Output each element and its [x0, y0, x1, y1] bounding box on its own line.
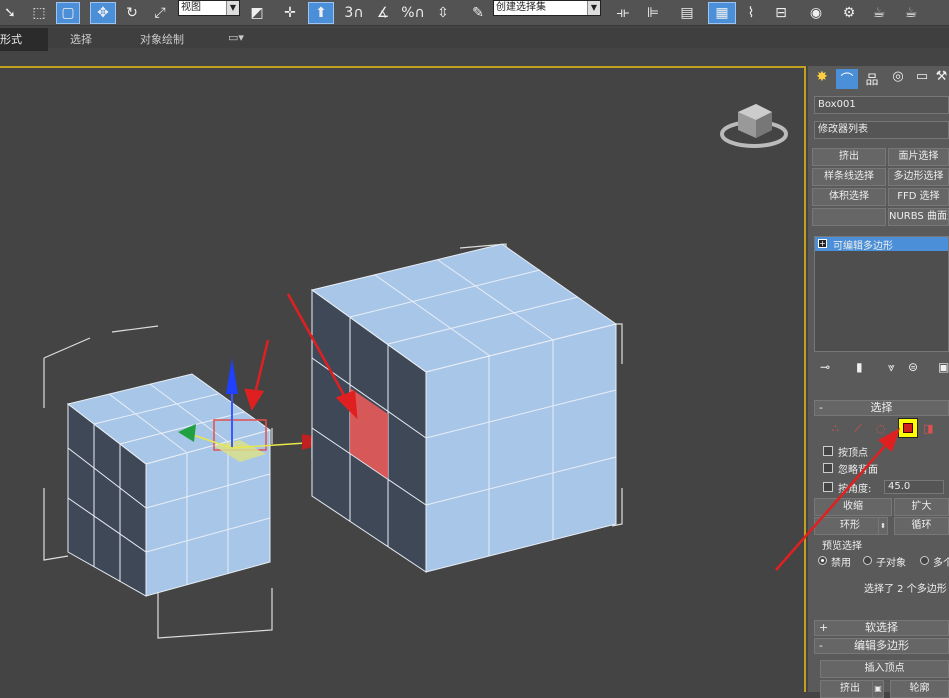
stack-item-label: 可编辑多边形: [833, 241, 893, 252]
soft-selection-title: 软选择: [865, 621, 898, 634]
stack-item-editable-poly[interactable]: + 可编辑多边形: [815, 237, 948, 252]
move-icon[interactable]: ✥: [90, 2, 116, 24]
expand-plus-icon[interactable]: +: [818, 239, 827, 248]
render-production-icon[interactable]: ☕: [898, 2, 924, 24]
pin-stack-icon[interactable]: ⊸: [820, 360, 830, 374]
rect-selection-icon[interactable]: ⬚: [28, 2, 50, 24]
spinner-snap-icon[interactable]: ⇳: [430, 2, 456, 24]
layer-manager-icon[interactable]: ▤: [674, 2, 700, 24]
tab-object-paint[interactable]: 对象绘制: [140, 31, 184, 47]
perspective-viewport[interactable]: [0, 66, 806, 692]
modify-tab-icon[interactable]: ⌒: [836, 69, 858, 89]
annotation-arrow-panel: [775, 428, 900, 571]
render-setup-icon[interactable]: ⚙: [836, 2, 862, 24]
snaps-toggle-icon[interactable]: 3 ∩: [340, 2, 368, 24]
spline-select-button[interactable]: 样条线选择: [812, 168, 886, 186]
rotate-icon[interactable]: ↻: [120, 2, 144, 24]
small-cube[interactable]: [66, 373, 272, 597]
empty-modifier-button[interactable]: [812, 208, 886, 226]
select-manipulate-icon[interactable]: ✛: [278, 2, 302, 24]
tab-freeform[interactable]: 形式: [0, 28, 48, 51]
edit-named-selection-icon[interactable]: ✎: [466, 2, 490, 24]
outline-button[interactable]: 轮廓: [890, 680, 949, 698]
show-end-result-icon[interactable]: ▮: [856, 360, 863, 374]
material-editor-icon[interactable]: ◉: [802, 2, 830, 24]
element-mode-icon[interactable]: ◨: [923, 422, 933, 435]
configure-sets-icon[interactable]: ▣: [938, 360, 949, 374]
poly-select-button[interactable]: 多边形选择: [888, 168, 949, 186]
extrude-modifier-button[interactable]: 挤出: [812, 148, 886, 166]
mirror-icon[interactable]: ⟛: [610, 2, 636, 24]
angle-snap-icon[interactable]: ∡: [370, 2, 396, 24]
ribbon-bar: 形式 选择 对象绘制 ▭▾: [0, 28, 949, 51]
utilities-tab-icon[interactable]: ⚒: [934, 69, 949, 89]
viewport-scene: [43, 104, 788, 639]
insert-vertex-button[interactable]: 插入顶点: [820, 660, 949, 678]
modifier-list-dropdown[interactable]: 修改器列表: [814, 121, 949, 139]
extrude-settings-icon[interactable]: ▣: [872, 680, 884, 698]
percent-snap-icon[interactable]: % ∩: [400, 2, 426, 24]
motion-tab-icon[interactable]: ◎: [888, 69, 908, 89]
volume-select-button[interactable]: 体积选择: [812, 188, 886, 206]
pivot-center-icon[interactable]: ◩: [244, 2, 270, 24]
remove-modifier-icon[interactable]: ⊜: [908, 360, 918, 374]
chevron-down-icon: ▼: [587, 1, 600, 15]
create-tab-icon[interactable]: ✸: [812, 69, 832, 89]
percent-snap-label: %: [401, 5, 415, 21]
named-selection-set-select[interactable]: 创建选择集 ▼: [493, 0, 601, 16]
object-name-field[interactable]: Box001: [814, 96, 949, 114]
ffd-select-button[interactable]: FFD 选择: [888, 188, 949, 206]
hierarchy-tab-icon[interactable]: 品: [862, 69, 882, 89]
collapse-minus-icon: -: [819, 639, 823, 652]
command-panel: ✸ ⌒ 品 ◎ ▭ ⚒ Box001 修改器列表 挤出 面片选择 样条线选择 多…: [808, 66, 949, 698]
named-selection-set-value: 创建选择集: [496, 2, 546, 13]
big-cube[interactable]: [310, 243, 618, 573]
tab-selection[interactable]: 选择: [70, 31, 92, 47]
modifier-stack: + 可编辑多边形: [814, 236, 949, 352]
viewcube[interactable]: [720, 104, 788, 148]
soft-selection-rollout-header[interactable]: + 软选择: [814, 620, 949, 636]
select-object-icon[interactable]: ➘: [0, 2, 20, 24]
edit-polygons-title: 编辑多边形: [854, 639, 909, 652]
preview-multi-label: 多个: [933, 558, 949, 569]
reference-coord-value: 视图: [181, 2, 201, 13]
scale-icon[interactable]: ⤢: [148, 2, 172, 24]
display-tab-icon[interactable]: ▭: [912, 69, 932, 89]
chevron-down-icon: ▼: [226, 1, 239, 15]
extrude-button[interactable]: 挤出: [820, 680, 880, 698]
reference-coord-select[interactable]: 视图 ▼: [178, 0, 240, 16]
keyboard-shortcut-icon[interactable]: ⬆: [308, 2, 334, 24]
snap-3d-label: 3: [344, 5, 354, 21]
patch-select-button[interactable]: 面片选择: [888, 148, 949, 166]
selection-status-text: 选择了 2 个多边形: [864, 584, 947, 595]
align-icon[interactable]: ⊫: [640, 2, 666, 24]
schematic-view-icon[interactable]: ⊟: [768, 2, 794, 24]
nurbs-surface-select-button[interactable]: NURBS 曲面选: [888, 208, 949, 226]
expand-plus-icon: +: [819, 621, 829, 634]
make-unique-icon[interactable]: ⩔: [888, 360, 895, 375]
edit-polygons-rollout-header[interactable]: - 编辑多边形: [814, 638, 949, 654]
graphite-tools-icon[interactable]: ▦: [708, 2, 736, 24]
curve-editor-icon[interactable]: ⌇: [738, 2, 764, 24]
preview-multi-radio[interactable]: [920, 556, 929, 565]
ribbon-options-icon[interactable]: ▭▾: [228, 31, 244, 44]
rendered-frame-icon[interactable]: ☕: [866, 2, 892, 24]
window-crossing-icon[interactable]: ▢: [56, 2, 80, 24]
main-toolbar: ➘ ⬚ ▢ ✥ ↻ ⤢ 视图 ▼ ◩ ✛ ⬆ 3 ∩ ∡ % ∩ ⇳ ✎ 创建选择集…: [0, 0, 949, 26]
